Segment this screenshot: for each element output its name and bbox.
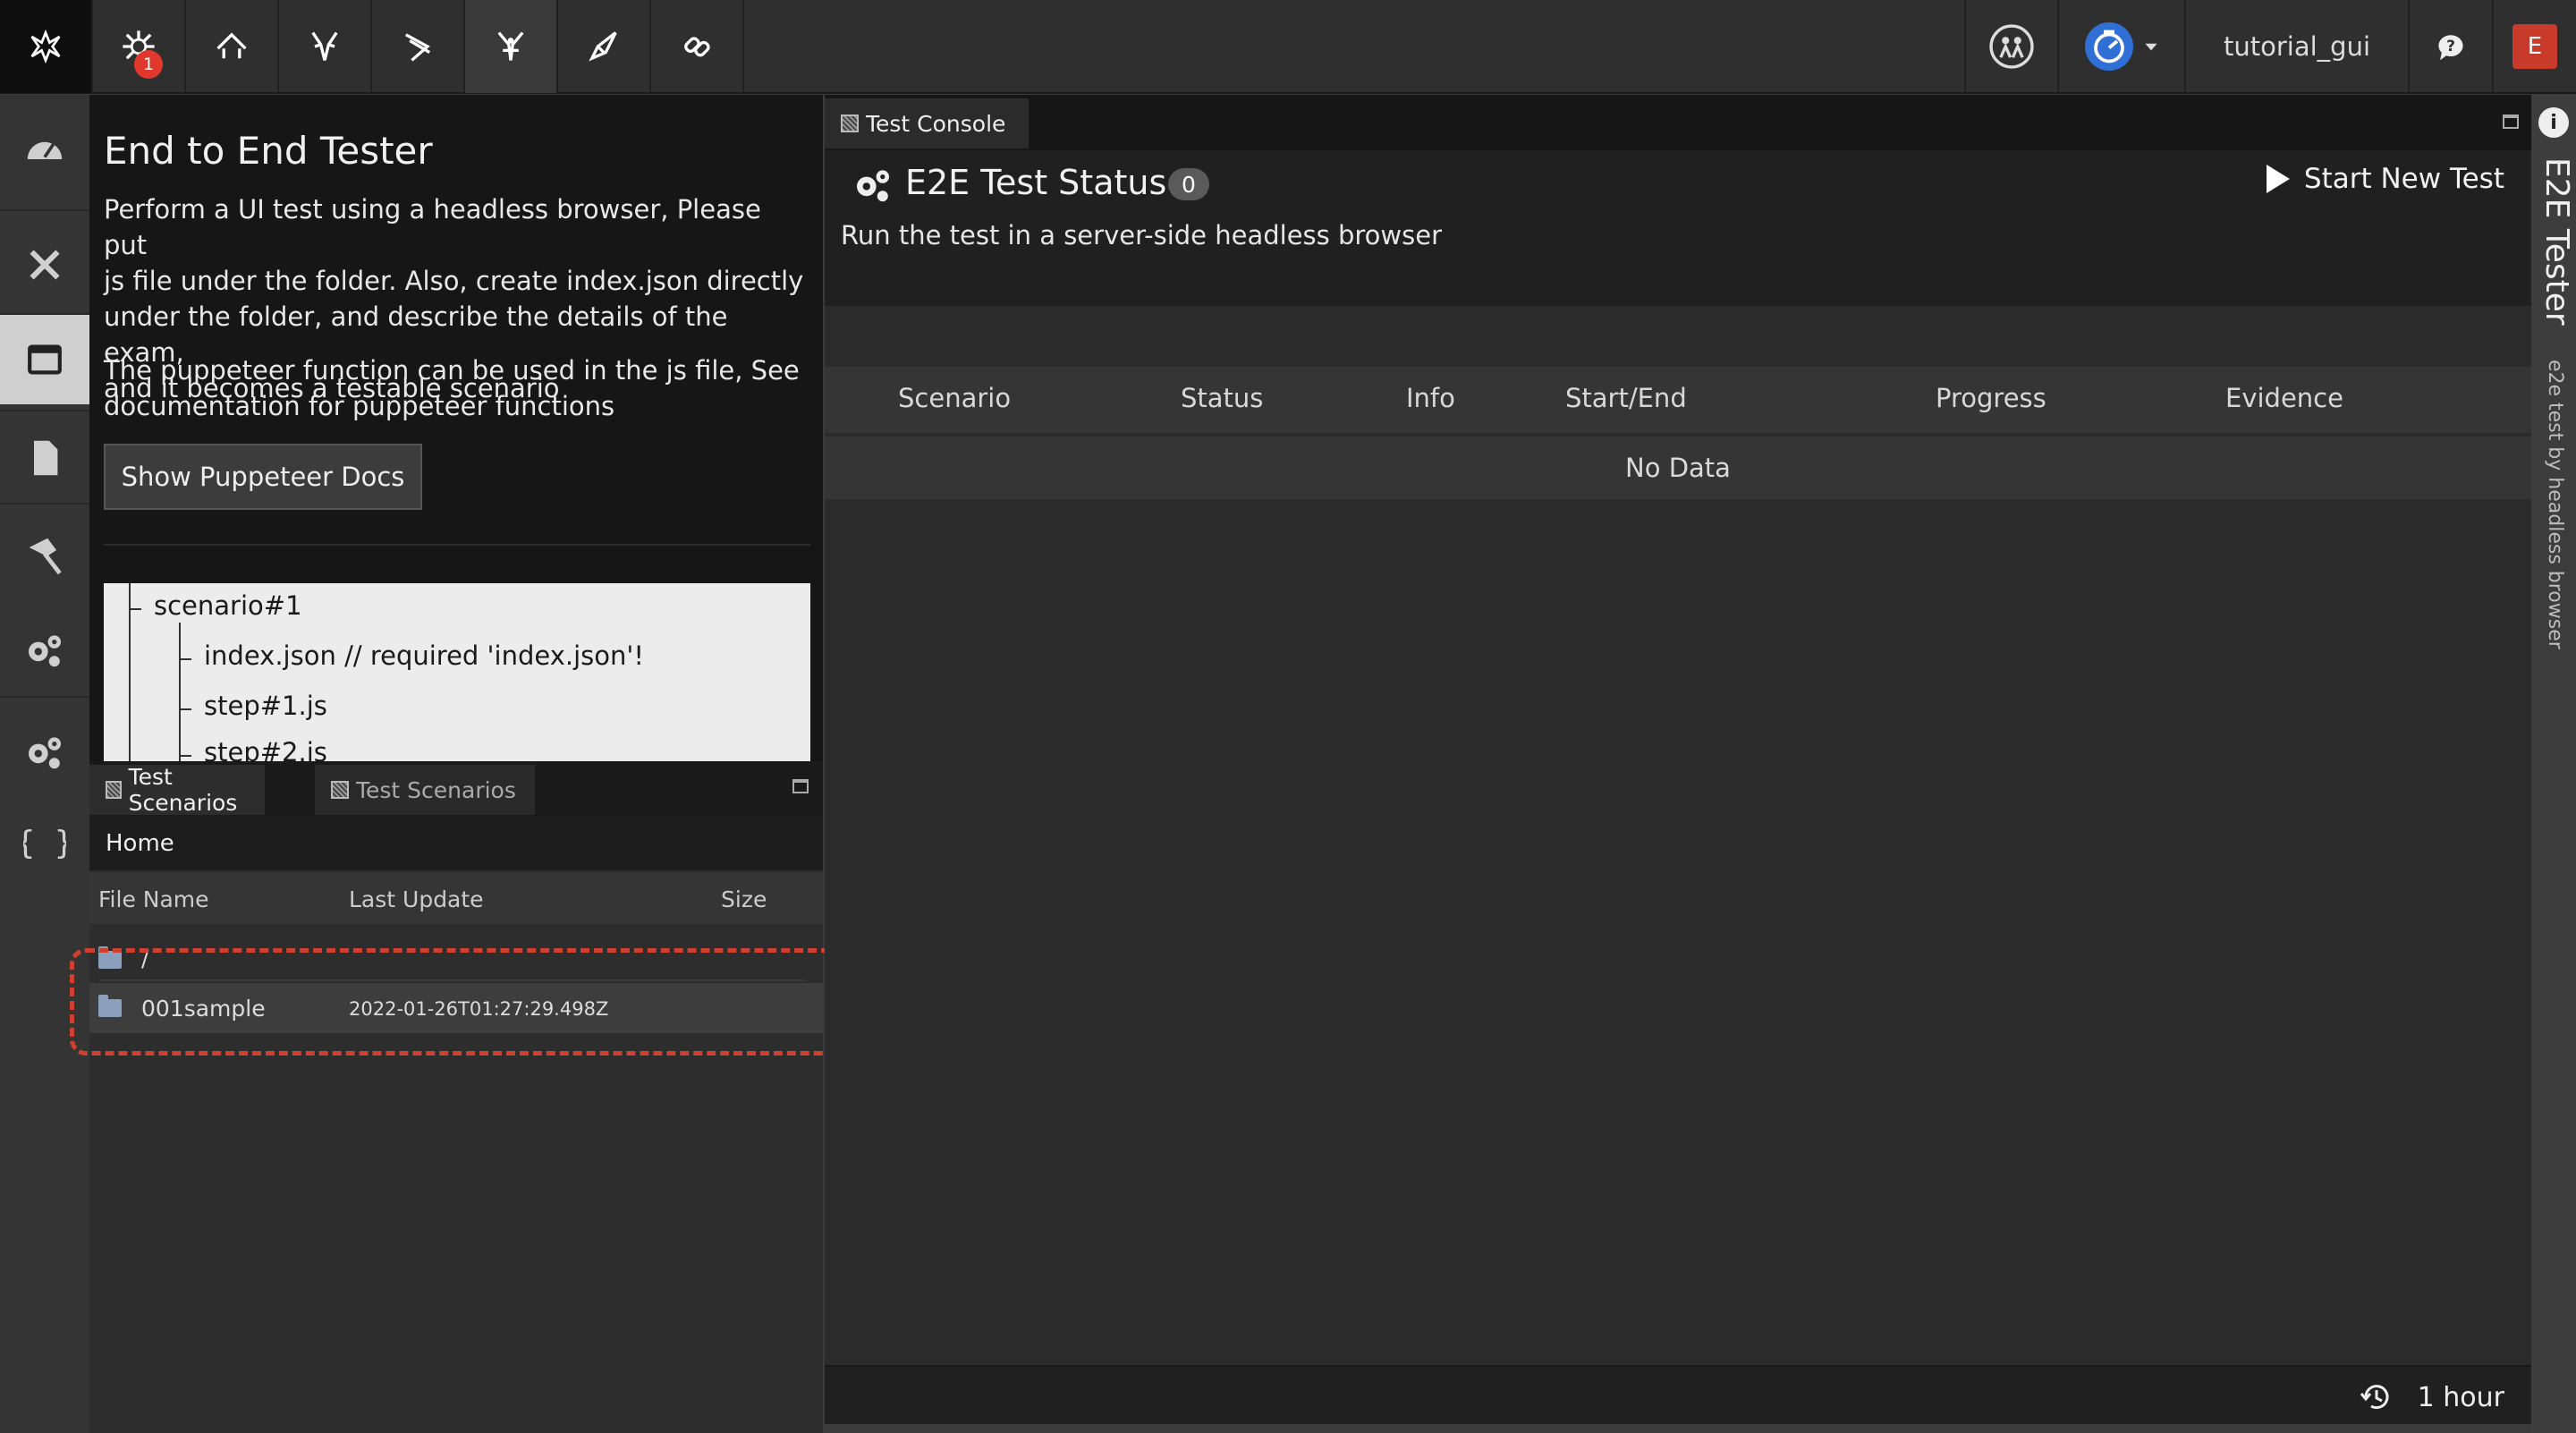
- intro-line: js file under the folder. Also, create i…: [104, 266, 804, 296]
- app-logo-icon[interactable]: [0, 0, 93, 93]
- breadcrumb-home[interactable]: Home: [106, 830, 174, 857]
- tree-item: step#2.js: [204, 737, 327, 761]
- column-progress[interactable]: Progress: [1936, 383, 2046, 413]
- column-size[interactable]: Size: [721, 886, 767, 912]
- tab-test-console[interactable]: Test Console: [825, 98, 1029, 148]
- gears-icon: [857, 170, 889, 202]
- people-icon[interactable]: [1964, 0, 2057, 93]
- info-icon[interactable]: i: [2538, 107, 2569, 138]
- tab-test-scenarios[interactable]: Test Scenarios: [89, 764, 265, 816]
- console-title: E2E Test Status: [905, 163, 1167, 202]
- play-icon: [2266, 165, 2290, 193]
- notification-badge: 1: [134, 50, 163, 79]
- tab-label: Test Scenarios: [356, 776, 516, 803]
- console-header: E2E Test Status 0 Start New Test Run the…: [825, 150, 2531, 306]
- e2e-tester-app-icon[interactable]: [465, 0, 558, 93]
- notification-app-icon[interactable]: [186, 0, 279, 93]
- history-icon: [2360, 1385, 2389, 1410]
- tab-label: Test Console: [866, 110, 1006, 137]
- antler-app-icon[interactable]: [279, 0, 372, 93]
- tools-icon[interactable]: [0, 220, 89, 309]
- panel-icon: [331, 781, 349, 799]
- link-app-icon[interactable]: [651, 0, 744, 93]
- top-toolbar: 1 tutorial_gui ? E: [0, 0, 2576, 94]
- svg-text:{ }: { }: [23, 825, 66, 861]
- svg-text:?: ?: [2446, 38, 2455, 55]
- console-subtitle: Run the test in a server-side headless b…: [841, 220, 1442, 250]
- column-file-name[interactable]: File Name: [98, 886, 209, 912]
- dashboard-icon[interactable]: [0, 104, 89, 193]
- hammer-icon[interactable]: [0, 513, 89, 603]
- side-subtitle: e2e test by headless browser: [2544, 360, 2566, 649]
- tree-item: scenario#1: [154, 590, 302, 621]
- description-panel: End to End Tester Perform a UI test usin…: [89, 95, 823, 761]
- spider-app-icon[interactable]: [93, 0, 186, 93]
- tab-test-scenarios-2[interactable]: Test Scenarios: [315, 765, 535, 815]
- right-side-strip: i E2E Tester e2e test by headless browse…: [2531, 95, 2576, 1433]
- app-window: 1 tutorial_gui ? E End to End Tester Per…: [0, 0, 2576, 1433]
- puppeteer-line: documentation for puppeteer functions: [104, 391, 615, 421]
- intro-line: Perform a UI test using a headless brows…: [104, 194, 761, 260]
- panel-icon: [106, 781, 122, 799]
- breadcrumb: Home: [89, 817, 823, 870]
- help-icon[interactable]: ?: [2408, 0, 2492, 93]
- page-title: End to End Tester: [104, 129, 433, 173]
- column-last-update[interactable]: Last Update: [349, 886, 484, 912]
- refresh-interval-label: 1 hour: [2417, 1381, 2504, 1413]
- maximize-icon[interactable]: [792, 779, 809, 793]
- settings-gears-icon[interactable]: [0, 605, 89, 694]
- user-menu[interactable]: tutorial_gui: [2184, 0, 2408, 93]
- status-table-header: Scenario Status Info Start/End Progress …: [825, 367, 2531, 433]
- tree-item: step#1.js: [204, 691, 327, 721]
- column-evidence[interactable]: Evidence: [2225, 383, 2343, 413]
- document-icon[interactable]: [0, 413, 89, 503]
- side-title: E2E Tester: [2538, 157, 2575, 326]
- file-table-header: File Name Last Update Size: [89, 872, 823, 924]
- timer-icon: [2085, 22, 2133, 71]
- column-info[interactable]: Info: [1406, 383, 1455, 413]
- test-count-badge: 0: [1168, 168, 1209, 200]
- console-tabstrip: Test Console: [825, 95, 2531, 150]
- admin-gears-icon[interactable]: [0, 707, 89, 796]
- tab-label: Test Scenarios: [128, 764, 238, 816]
- claw-app-icon[interactable]: [372, 0, 465, 93]
- highlight-annotation: [70, 948, 852, 1056]
- json-braces-icon[interactable]: { }: [0, 798, 89, 887]
- timer-dropdown[interactable]: [2057, 0, 2184, 93]
- refresh-interval[interactable]: 1 hour: [2359, 1379, 2504, 1415]
- start-new-test-label: Start New Test: [2303, 163, 2504, 195]
- divider: [104, 544, 810, 546]
- scenarios-panel: Test Scenarios Test Scenarios Home File …: [89, 761, 823, 1433]
- file-browser: Home File Name Last Update Size / 001sam…: [89, 817, 823, 1433]
- test-console-panel: Test Console E2E Test Status 0 Start New…: [825, 95, 2531, 1424]
- panel-icon: [841, 114, 859, 132]
- start-new-test-button[interactable]: Start New Test: [2266, 163, 2504, 195]
- account-avatar: E: [2512, 24, 2557, 69]
- scenarios-tabstrip: Test Scenarios Test Scenarios: [89, 761, 823, 817]
- puppeteer-line: The puppeteer function can be used in th…: [104, 355, 800, 386]
- window-icon[interactable]: [0, 315, 89, 404]
- tree-item: index.json // required 'index.json'!: [204, 640, 644, 671]
- username-label: tutorial_gui: [2223, 31, 2371, 62]
- column-status[interactable]: Status: [1181, 383, 1263, 413]
- column-start-end[interactable]: Start/End: [1565, 383, 1687, 413]
- empty-table-message: No Data: [825, 435, 2531, 499]
- left-sidebar: { }: [0, 95, 89, 1433]
- maximize-icon[interactable]: [2503, 114, 2519, 129]
- rocket-app-icon[interactable]: [558, 0, 651, 93]
- account-button[interactable]: E: [2492, 0, 2576, 93]
- console-footer: 1 hour: [825, 1365, 2531, 1424]
- column-scenario[interactable]: Scenario: [898, 383, 1011, 413]
- puppeteer-paragraph: The puppeteer function can be used in th…: [104, 352, 810, 424]
- show-puppeteer-docs-button[interactable]: Show Puppeteer Docs: [104, 444, 422, 510]
- chevron-down-icon: [2145, 43, 2157, 51]
- folder-structure-example: scenario#1 index.json // required 'index…: [104, 583, 810, 761]
